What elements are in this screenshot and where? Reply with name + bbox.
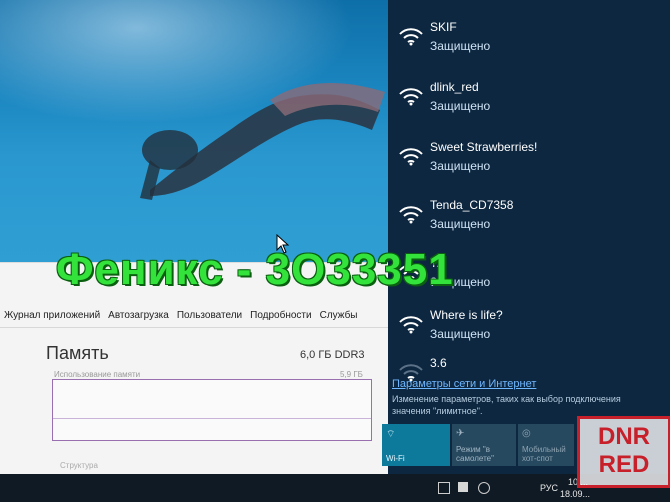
wifi-network-status: Защищено [430, 39, 491, 53]
hotspot-icon: ◎ [522, 428, 531, 439]
tab-app-history[interactable]: Журнал приложений [0, 307, 104, 321]
swimmer-image [140, 82, 385, 200]
wifi-signal-icon [399, 316, 423, 334]
memory-usage-label: Использование памяти [54, 370, 141, 379]
wifi-network-name: SKIF [430, 20, 457, 34]
wifi-signal-icon [399, 148, 423, 166]
wifi-network-name: dlink_red [430, 80, 479, 94]
memory-graph-fill-line [53, 418, 371, 420]
wifi-network-status: Защищено [430, 99, 491, 113]
wifi-signal-icon [399, 28, 423, 46]
wifi-signal-icon [399, 206, 423, 224]
memory-usage-max: 5,9 ГБ [340, 370, 363, 379]
tab-users[interactable]: Пользователи [173, 307, 246, 321]
tab-details[interactable]: Подробности [246, 307, 315, 321]
network-settings-link[interactable]: Параметры сети и Интернет [392, 378, 536, 390]
wifi-network-item[interactable]: Sweet Strawberries! Защищено [388, 132, 670, 188]
memory-size: 6,0 ГБ DDR3 [300, 349, 365, 361]
network-settings-description: Изменение параметров, таких как выбор по… [392, 394, 621, 416]
watermark-text: Феникс - 3О33351 [56, 245, 454, 294]
tab-services[interactable]: Службы [316, 307, 362, 321]
memory-usage-graph [52, 379, 372, 441]
network-tray-icon[interactable] [458, 482, 468, 492]
mobile-hotspot-button[interactable]: ◎ Мобильный хот-спот [518, 424, 574, 466]
task-manager-tabs: Журнал приложений Автозагрузка Пользовател… [0, 307, 390, 328]
wifi-signal-icon [399, 88, 423, 106]
wifi-network-item[interactable]: Tenda_CD7358 Защищено [388, 190, 670, 246]
tab-startup[interactable]: Автозагрузка [104, 307, 173, 321]
airplane-mode-button[interactable]: ✈ Режим "в самолете" [452, 424, 516, 466]
wifi-network-name: Tenda_CD7358 [430, 198, 514, 212]
wifi-toggle-button[interactable]: ⌔ Wi-Fi [382, 424, 450, 466]
airplane-icon: ✈ [456, 428, 465, 439]
clock-date[interactable]: 18.09... [560, 489, 590, 499]
wifi-network-item[interactable]: dlink_red Защищено [388, 72, 670, 128]
taskbar: РУС 10:... 18.09... [0, 474, 670, 502]
dnr-red-logo: DNR RED [577, 416, 670, 488]
volume-icon[interactable] [478, 482, 490, 494]
language-indicator[interactable]: РУС [540, 483, 558, 493]
memory-composition-label: Структура [60, 461, 98, 470]
wifi-network-name: 3.6 [430, 356, 447, 370]
wifi-network-status: Защищено [430, 159, 491, 173]
wifi-network-item[interactable]: SKIF Защищено [388, 12, 670, 68]
battery-icon[interactable] [438, 482, 450, 494]
memory-title: Память [46, 343, 109, 363]
network-flyout: SKIF Защищено dlink_red Защищено Sweet S… [388, 0, 670, 474]
wifi-network-name: Where is life? [430, 308, 503, 322]
wifi-network-status: Защищено [430, 327, 491, 341]
wifi-icon: ⌔ [386, 429, 396, 440]
wifi-network-name: Sweet Strawberries! [430, 140, 538, 154]
wifi-network-status: Защищено [430, 217, 491, 231]
desktop-wallpaper [0, 0, 390, 262]
